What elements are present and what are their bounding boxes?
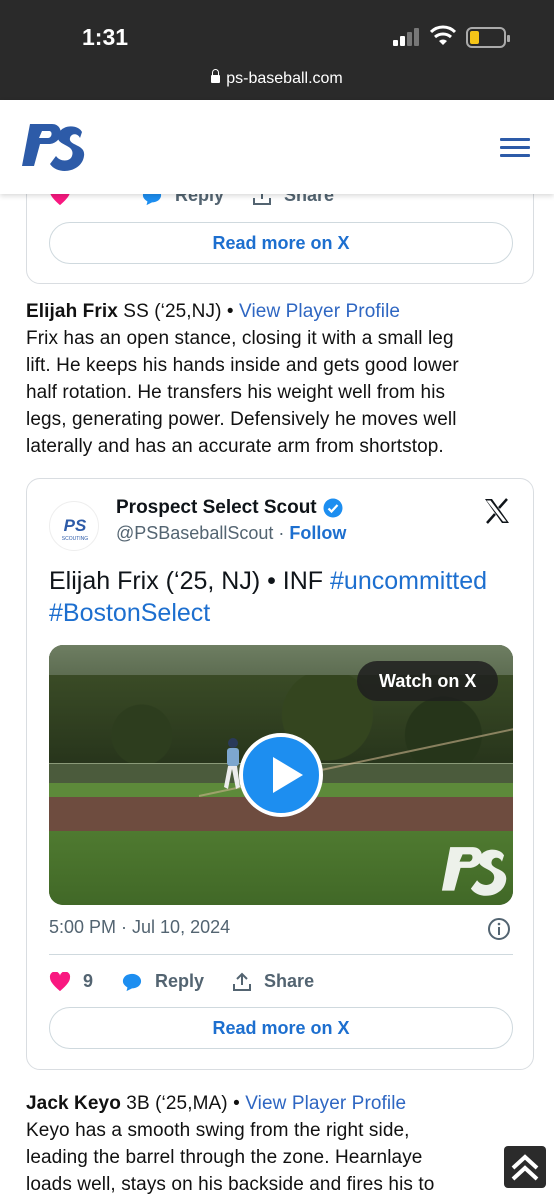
heart-icon — [49, 971, 71, 991]
player-description-line: leading the barrel through the zone. Hea… — [26, 1147, 423, 1168]
tweet-card: PS SCOUTING Prospect Select Scout @PSBas… — [26, 478, 534, 1070]
share-icon — [233, 972, 252, 991]
x-logo-icon[interactable] — [483, 497, 511, 525]
tweet-card-previous: Reply Share Read more on X — [26, 194, 534, 284]
site-header — [0, 100, 554, 194]
player-heading: Elijah Frix SS (‘25,NJ) • View Player Pr… — [26, 298, 526, 325]
account-name-text: Prospect Select Scout — [116, 497, 317, 518]
reply-icon — [122, 973, 142, 991]
player-name: Elijah Frix — [26, 301, 118, 322]
status-bar: 1:31 ps-baseball.com — [0, 0, 554, 100]
player-description-line: Frix has an open stance, closing it with… — [26, 328, 454, 349]
avatar[interactable]: PS SCOUTING — [49, 501, 99, 551]
reply-button[interactable]: Reply — [141, 194, 224, 206]
tweet-actions: 9 Reply Share — [49, 971, 342, 992]
tweet-actions: Reply Share — [49, 194, 362, 206]
player-description-line: legs, generating power. Defensively he m… — [26, 409, 457, 430]
view-profile-link[interactable]: View Player Profile — [245, 1093, 406, 1114]
reply-icon — [142, 194, 162, 205]
signal-icon — [393, 28, 421, 46]
battery-icon — [466, 27, 510, 48]
ps-logo[interactable] — [20, 120, 86, 176]
heart-icon — [50, 194, 70, 205]
tweet-timestamp[interactable]: 5:00 PM · Jul 10, 2024 — [49, 917, 230, 938]
account-name[interactable]: Prospect Select Scout — [116, 497, 343, 519]
player-description-line: Keyo has a smooth swing from the right s… — [26, 1120, 410, 1141]
share-button[interactable]: Share — [252, 194, 334, 206]
video-player[interactable]: Watch on X — [49, 645, 513, 905]
url-text: ps-baseball.com — [226, 70, 343, 87]
ps-scouting-logo: PS SCOUTING — [62, 516, 89, 542]
info-icon[interactable] — [487, 917, 511, 941]
avatar-subtext: SCOUTING — [62, 536, 89, 542]
url-bar[interactable]: ps-baseball.com — [0, 69, 554, 88]
view-profile-link[interactable]: View Player Profile — [239, 301, 400, 322]
player-heading: Jack Keyo 3B (‘25,MA) • View Player Prof… — [26, 1090, 526, 1117]
player-description-line: lift. He keeps his hands inside and gets… — [26, 355, 459, 376]
reply-label: Reply — [155, 971, 205, 991]
share-button[interactable]: Share — [232, 971, 314, 992]
player-description-line: laterally and has an accurate arm from s… — [26, 436, 444, 457]
player-meta: 3B (‘25,MA) • — [120, 1093, 246, 1114]
lock-icon — [211, 69, 221, 83]
back-to-top-button[interactable] — [504, 1146, 546, 1188]
tweet-text: Elijah Frix (‘25, NJ) • INF #uncommitted… — [49, 565, 519, 629]
ps-watermark-logo — [441, 847, 507, 896]
double-chevron-up-icon — [511, 1154, 539, 1181]
like-button[interactable] — [49, 194, 83, 206]
like-count: 9 — [83, 971, 94, 991]
player-description-line: half rotation. He transfers his weight w… — [26, 382, 446, 403]
like-button[interactable]: 9 — [49, 971, 93, 992]
read-more-button[interactable]: Read more on X — [49, 1007, 513, 1049]
article-content: Reply Share Read more on X Elijah Frix S… — [0, 194, 554, 1200]
verified-badge-icon — [323, 498, 343, 518]
reply-button[interactable]: Reply — [121, 971, 204, 992]
player-entry-keyo: Jack Keyo 3B (‘25,MA) • View Player Prof… — [26, 1090, 526, 1198]
share-label: Share — [284, 194, 335, 205]
divider — [49, 954, 513, 955]
player-name: Jack Keyo — [26, 1093, 121, 1114]
wifi-icon — [430, 25, 456, 45]
player-meta: SS (‘25,NJ) • — [117, 301, 240, 322]
hashtag-link[interactable]: #uncommitted — [330, 567, 487, 595]
follow-button[interactable]: Follow — [289, 523, 346, 543]
share-icon — [253, 194, 272, 205]
player-description-line: loads well, stays on his backside and fi… — [26, 1174, 435, 1195]
menu-button[interactable] — [500, 138, 530, 158]
watch-on-x-button[interactable]: Watch on X — [357, 661, 499, 701]
reply-label: Reply — [175, 194, 225, 205]
account-handle[interactable]: @PSBaseballScout — [116, 523, 273, 543]
tweet-text-body: Elijah Frix (‘25, NJ) • INF — [49, 567, 331, 595]
hashtag-link[interactable]: #BostonSelect — [49, 599, 210, 627]
share-label: Share — [264, 971, 315, 991]
player-entry-frix: Elijah Frix SS (‘25,NJ) • View Player Pr… — [26, 298, 526, 460]
play-button-icon[interactable] — [239, 733, 323, 817]
read-more-button[interactable]: Read more on X — [49, 222, 513, 264]
status-time: 1:31 — [82, 24, 129, 50]
separator: · — [273, 523, 290, 543]
account-handle-line: @PSBaseballScout · Follow — [116, 523, 346, 544]
avatar-text: PS — [64, 516, 87, 535]
